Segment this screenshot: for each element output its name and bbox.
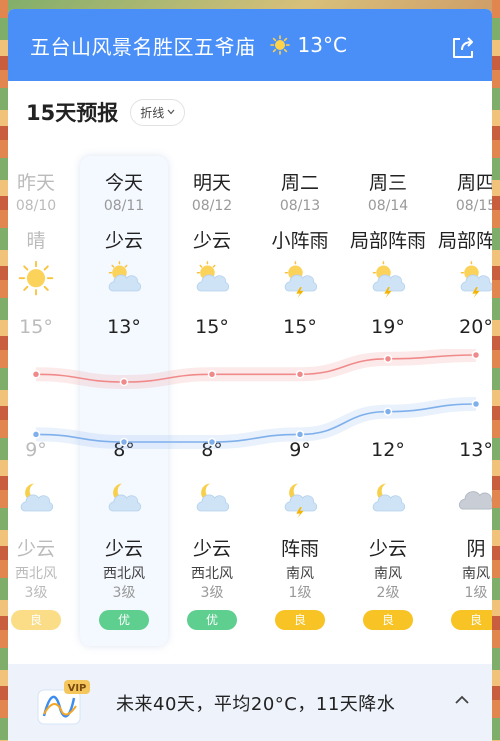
high-temp: 15°: [195, 316, 229, 338]
header-bar: 五台山风景名胜区五爷庙 13°C: [8, 9, 492, 81]
day-date: 08/14: [367, 198, 409, 214]
low-temp-line-point: [207, 437, 217, 447]
night-weather-desc: 少云: [104, 538, 143, 560]
day-weather-desc: 局部阵雨: [349, 230, 426, 252]
moon-cloud-icon: [108, 483, 142, 512]
low-temp-line-point: [383, 407, 393, 416]
day-weather-desc: 少云: [104, 230, 143, 252]
long-term-summary: 未来40天，平均20°C，11天降水: [116, 694, 396, 715]
high-temp: 13°: [107, 316, 141, 338]
day-weather-desc: 少云: [192, 230, 231, 252]
low-temp-line-point: [295, 430, 305, 439]
sun-thunder-cloud-icon: [460, 261, 492, 299]
high-temp: 19°: [371, 316, 405, 338]
high-temp-line-point: [471, 350, 481, 360]
wind-direction: 南风: [286, 566, 314, 582]
wind-direction: 南风: [374, 566, 402, 582]
wind-direction: 西北风: [15, 566, 57, 582]
high-temp-line-point: [207, 370, 217, 379]
location-title[interactable]: 五台山风景名胜区五爷庙: [30, 31, 256, 60]
chevron-up-icon[interactable]: [454, 694, 470, 706]
day-date: 08/13: [279, 198, 321, 214]
sun-cloud-icon: [108, 261, 142, 292]
moon-cloud-icon: [372, 483, 406, 512]
high-temp: 15°: [19, 316, 53, 338]
wind-level: 1级: [464, 585, 488, 601]
wind-level: 2级: [376, 585, 400, 601]
wind-direction: 南风: [462, 566, 490, 582]
current-temperature: 13°C: [297, 33, 347, 57]
sun-icon: [18, 260, 54, 296]
aqi-badge: 良: [275, 610, 325, 630]
wind-level: 3级: [24, 585, 48, 601]
forecast-section-header: 15天预报 折线: [26, 97, 186, 127]
wind-direction: 西北风: [103, 566, 145, 582]
day-label: 昨天: [16, 172, 55, 194]
day-date: 08/12: [191, 198, 233, 214]
aqi-badge: 良: [11, 610, 61, 630]
low-temp-line-glow: [35, 397, 477, 449]
share-icon[interactable]: [450, 35, 476, 61]
high-temp-line-point: [295, 370, 305, 379]
wind-level: 1级: [288, 585, 312, 601]
night-weather-desc: 阴: [466, 538, 486, 560]
high-temp-line-point: [31, 370, 41, 379]
moon-cloud-icon: [196, 483, 230, 512]
chart-mode-dropdown[interactable]: 折线: [130, 98, 186, 126]
high-temp: 20°: [459, 316, 492, 338]
high-temp-line-point: [383, 354, 393, 364]
wind-direction: 西北风: [191, 566, 233, 582]
aqi-badge: 良: [451, 610, 492, 630]
chart-mode-label: 折线: [140, 105, 165, 120]
day-label: 明天: [192, 172, 231, 194]
decorative-frame-left: [0, 0, 8, 741]
wind-level: 3级: [112, 585, 136, 601]
day-weather-desc: 局部阵雨: [437, 230, 492, 252]
trend-chart-icon: VIP: [37, 680, 90, 725]
vip-badge: VIP: [68, 683, 87, 694]
moon-thunder-cloud-icon: [284, 483, 318, 519]
day-label: 今天: [104, 172, 143, 194]
aqi-badge: 优: [187, 610, 237, 630]
night-weather-desc: 少云: [16, 538, 55, 560]
temperature-curves: [31, 349, 481, 449]
day-label: 周二: [280, 172, 319, 194]
night-weather-desc: 少云: [368, 538, 407, 560]
sun-icon: [269, 35, 290, 55]
high-temp-line-point: [119, 377, 129, 387]
sun-cloud-icon: [196, 261, 230, 292]
low-temp-line-point: [31, 430, 41, 439]
day-date: 08/15: [455, 198, 492, 214]
night-weather-desc: 少云: [192, 538, 231, 560]
forecast-title: 15天预报: [26, 101, 119, 125]
aqi-badge: 优: [99, 610, 149, 630]
day-date: 08/10: [15, 198, 57, 214]
low-temp-line-point: [119, 437, 129, 447]
wind-level: 3级: [200, 585, 224, 601]
aqi-badge: 良: [363, 610, 413, 630]
decorative-frame-right: [492, 0, 500, 741]
day-weather-desc: 晴: [26, 230, 46, 252]
night-weather-desc: 阵雨: [280, 538, 319, 560]
cloud-icon: [458, 491, 492, 510]
sun-thunder-cloud-icon: [284, 261, 318, 299]
high-temp: 15°: [283, 316, 317, 338]
low-temp-line-point: [471, 399, 481, 409]
chevron-down-icon: [167, 109, 175, 115]
day-weather-desc: 小阵雨: [271, 230, 329, 252]
day-date: 08/11: [103, 198, 145, 214]
day-label: 周四: [456, 172, 492, 194]
weather-card: 五台山风景名胜区五爷庙 13°C 15天预报 折线 昨天 08/10 晴 15° 9: [8, 9, 492, 741]
long-term-forecast-bar[interactable]: VIP 未来40天，平均20°C，11天降水: [8, 664, 492, 741]
day-label: 周三: [368, 172, 407, 194]
sun-thunder-cloud-icon: [372, 261, 406, 299]
moon-cloud-icon: [20, 483, 54, 512]
